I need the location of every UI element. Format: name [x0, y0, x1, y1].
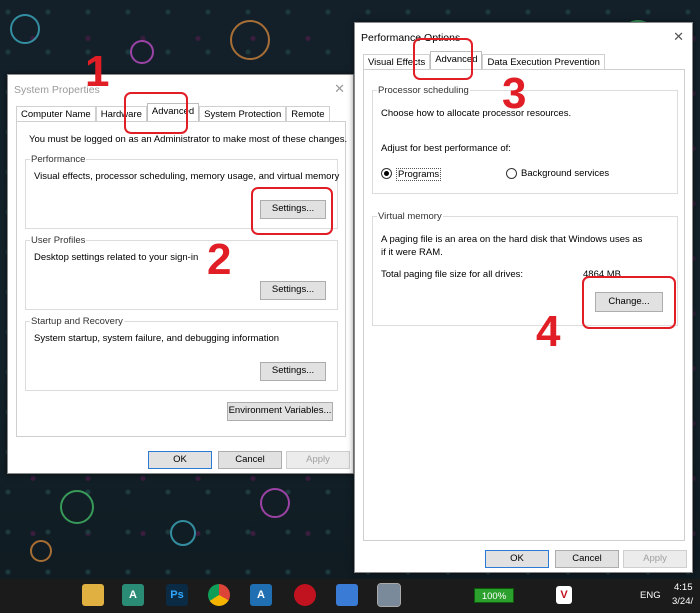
- titlebar[interactable]: Performance Options ✕: [355, 23, 692, 51]
- doodle-decoration: [230, 20, 270, 60]
- admin-note: You must be logged on as an Administrato…: [29, 134, 348, 145]
- user-profiles-group: User Profiles Desktop settings related t…: [25, 235, 338, 310]
- performance-description: Visual effects, processor scheduling, me…: [34, 171, 340, 182]
- cancel-button[interactable]: Cancel: [218, 451, 282, 469]
- background-services-radio[interactable]: [506, 168, 517, 179]
- user-profiles-description: Desktop settings related to your sign-in: [34, 252, 199, 263]
- system-properties-dialog: System Properties ✕ Computer Name Hardwa…: [7, 74, 354, 474]
- advanced-tab-panel: You must be logged on as an Administrato…: [16, 121, 348, 437]
- total-paging-label: Total paging file size for all drives:: [381, 269, 524, 280]
- step-number-2: 2: [207, 235, 232, 284]
- opera-icon[interactable]: [294, 584, 316, 606]
- virtual-memory-description-line2: if it were RAM.: [381, 247, 443, 258]
- user-profiles-settings-button[interactable]: Settings...: [260, 281, 326, 300]
- app-window-icon[interactable]: [336, 584, 358, 606]
- startup-recovery-group: Startup and Recovery System startup, sys…: [25, 316, 338, 391]
- tab-data-execution-prevention[interactable]: Data Execution Prevention: [482, 54, 605, 70]
- chrome-icon[interactable]: [208, 584, 230, 606]
- step-number-4: 4: [536, 307, 561, 356]
- callout-advanced-tab-performance: [413, 38, 473, 80]
- virtual-memory-label: Virtual memory: [377, 211, 443, 222]
- callout-change-button: [582, 276, 676, 329]
- close-icon[interactable]: ✕: [334, 81, 345, 97]
- apply-button[interactable]: Apply: [286, 451, 350, 469]
- programs-radio[interactable]: [381, 168, 392, 179]
- doodle-decoration: [10, 14, 40, 44]
- clock-time[interactable]: 4:15: [674, 582, 693, 593]
- doodle-decoration: [260, 488, 290, 518]
- background-services-radio-label[interactable]: Background services: [521, 168, 609, 179]
- callout-performance-settings: [251, 187, 333, 235]
- startup-recovery-settings-button[interactable]: Settings...: [260, 362, 326, 381]
- language-indicator[interactable]: ENG: [640, 590, 661, 601]
- doodle-decoration: [30, 540, 52, 562]
- programs-radio-label[interactable]: Programs: [396, 168, 442, 181]
- doodle-decoration: [130, 40, 154, 64]
- system-settings-icon[interactable]: [377, 583, 401, 607]
- processor-description: Choose how to allocate processor resourc…: [381, 108, 572, 119]
- app-a-icon[interactable]: A: [122, 584, 144, 606]
- ok-button[interactable]: OK: [148, 451, 212, 469]
- close-icon[interactable]: ✕: [673, 29, 684, 45]
- app-v-icon[interactable]: V: [556, 586, 572, 604]
- photoshop-icon[interactable]: Ps: [166, 584, 188, 606]
- tab-remote[interactable]: Remote: [286, 106, 330, 122]
- clock-date[interactable]: 3/24/: [672, 596, 693, 607]
- environment-variables-button[interactable]: Environment Variables...: [227, 402, 333, 421]
- doodle-decoration: [60, 490, 94, 524]
- taskbar: A Ps A 100% V ENG 4:15 3/24/: [0, 579, 700, 613]
- apply-button[interactable]: Apply: [623, 550, 687, 568]
- cancel-button[interactable]: Cancel: [555, 550, 619, 568]
- folder-icon[interactable]: [82, 584, 104, 606]
- user-profiles-label: User Profiles: [30, 235, 87, 246]
- battery-indicator[interactable]: 100%: [474, 588, 514, 603]
- app-a2-icon[interactable]: A: [250, 584, 272, 606]
- step-number-3: 3: [502, 69, 527, 118]
- tab-computer-name[interactable]: Computer Name: [16, 106, 96, 122]
- virtual-memory-description-line1: A paging file is an area on the hard dis…: [381, 234, 643, 245]
- doodle-decoration: [170, 520, 196, 546]
- adjust-performance-label: Adjust for best performance of:: [381, 143, 511, 154]
- performance-label: Performance: [30, 154, 87, 165]
- tab-strip: Visual Effects Advanced Data Execution P…: [363, 51, 605, 70]
- tab-system-protection[interactable]: System Protection: [199, 106, 287, 122]
- startup-recovery-description: System startup, system failure, and debu…: [34, 333, 280, 344]
- step-number-1: 1: [85, 47, 110, 96]
- callout-advanced-tab-system: [124, 92, 188, 134]
- processor-scheduling-label: Processor scheduling: [377, 85, 470, 96]
- ok-button[interactable]: OK: [485, 550, 549, 568]
- startup-recovery-label: Startup and Recovery: [30, 316, 124, 327]
